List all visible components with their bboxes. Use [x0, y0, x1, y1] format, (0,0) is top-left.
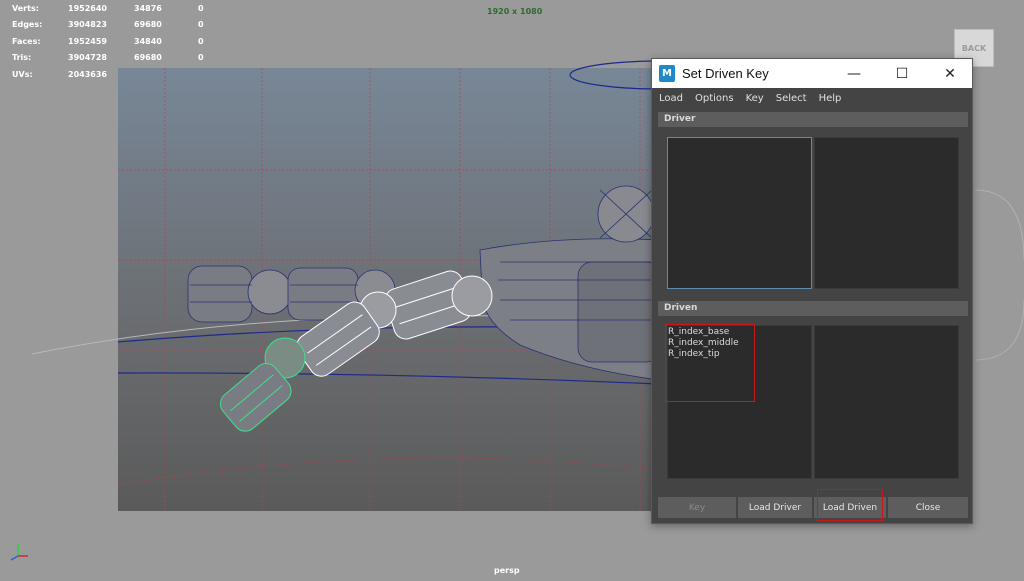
menu-help[interactable]: Help: [819, 93, 842, 104]
title-bar[interactable]: M Set Driven Key — ☐ ✕: [652, 59, 972, 88]
menu-select[interactable]: Select: [776, 93, 807, 104]
load-driver-button[interactable]: Load Driver: [738, 497, 812, 518]
window-title: Set Driven Key: [682, 66, 769, 81]
menu-key[interactable]: Key: [746, 93, 764, 104]
load-driven-highlight: [817, 489, 883, 521]
camera-label: persp: [494, 566, 520, 575]
driver-attributes-list[interactable]: [814, 137, 959, 289]
maximize-button[interactable]: ☐: [878, 59, 926, 88]
close-window-button[interactable]: ✕: [926, 59, 974, 88]
axis-gizmo-icon: [10, 543, 28, 561]
hand-palm: [479, 185, 661, 381]
close-button[interactable]: Close: [888, 497, 968, 518]
driven-section-header[interactable]: Driven: [658, 301, 968, 316]
menu-load[interactable]: Load: [659, 93, 683, 104]
driver-objects-list[interactable]: [667, 137, 812, 289]
index-tip-green: [219, 337, 306, 432]
driver-section-header[interactable]: Driver: [658, 112, 968, 127]
maya-app-icon: M: [659, 65, 675, 82]
minimize-button[interactable]: —: [830, 59, 878, 88]
driven-attributes-list[interactable]: [814, 325, 959, 479]
menu-options[interactable]: Options: [695, 93, 734, 104]
menu-bar: Load Options Key Select Help: [652, 88, 972, 109]
driven-items-highlight: [665, 324, 755, 402]
key-button[interactable]: Key: [658, 497, 736, 518]
set-driven-key-window: M Set Driven Key — ☐ ✕ Load Options Key …: [651, 58, 973, 524]
background-object: [974, 189, 1024, 361]
